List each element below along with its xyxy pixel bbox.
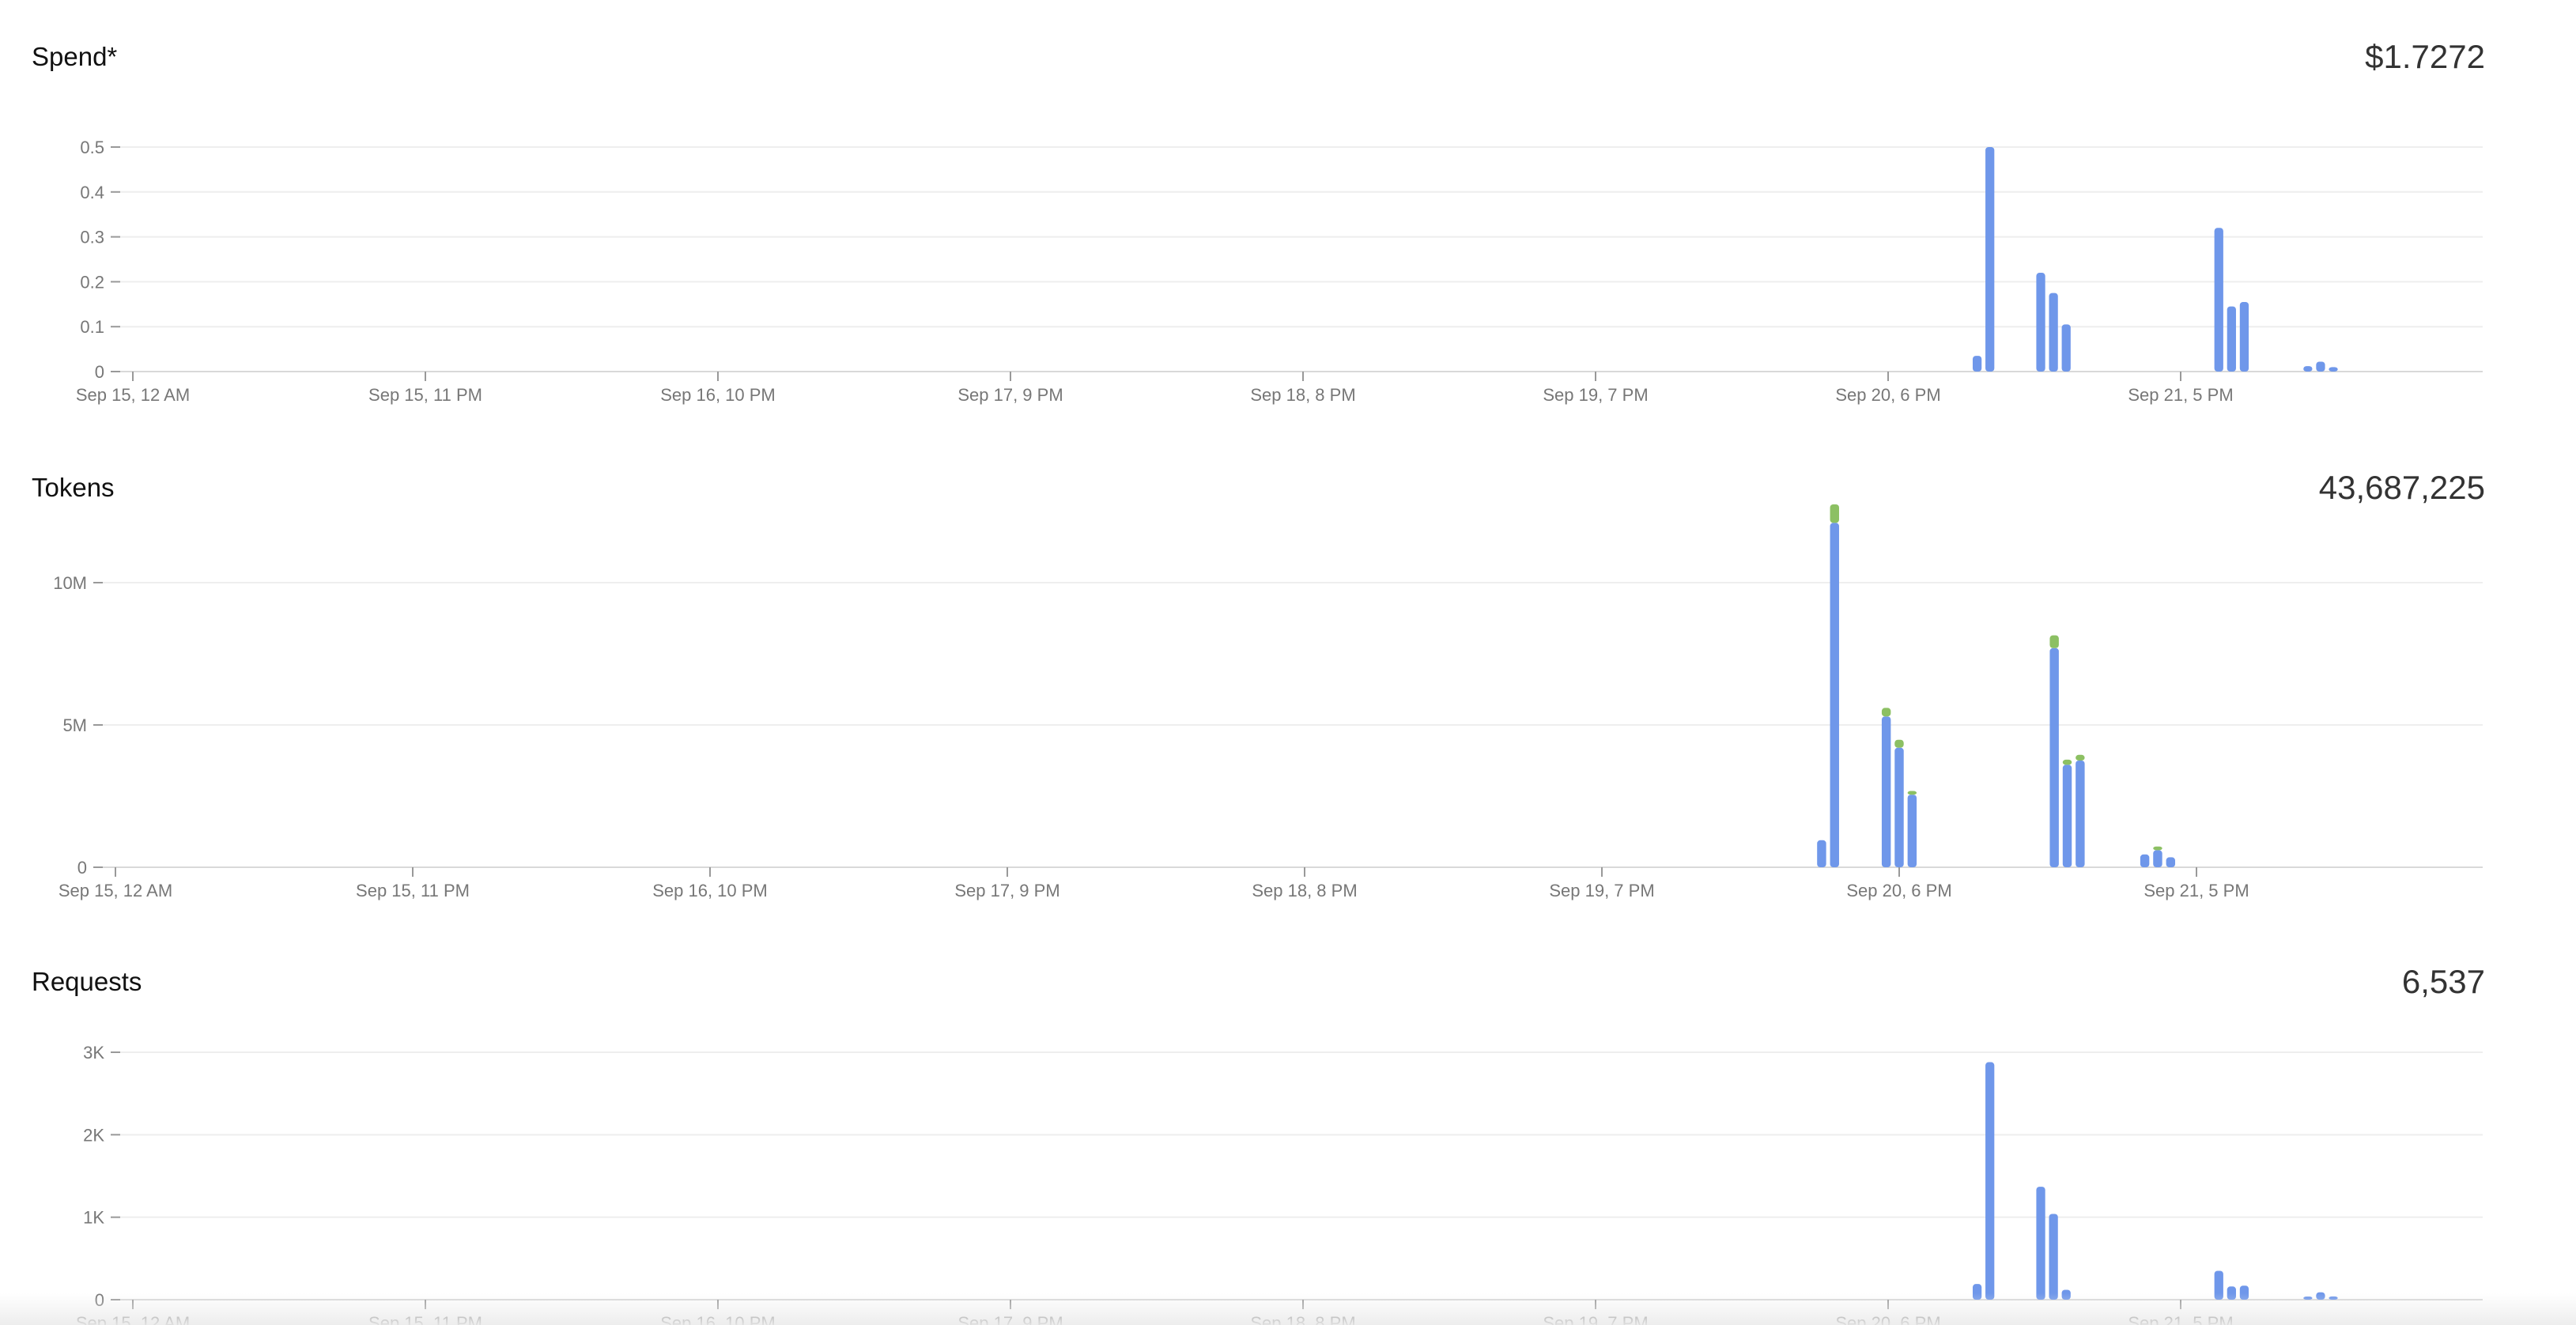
spend-bar[interactable]: [2329, 367, 2338, 372]
spend-x-tick-label: Sep 18, 8 PM: [1250, 385, 1355, 405]
requests-bar[interactable]: [2214, 1270, 2223, 1300]
spend-bar[interactable]: [2239, 301, 2249, 372]
tokens-bar[interactable]: [2049, 647, 2059, 867]
spend-panel: Spend* $1.7272 0 0.1 0.2 0.3 0.4 0.5 Sep 15, 1…: [0, 40, 2576, 423]
spend-y-tick-label: 0: [95, 362, 104, 382]
spend-y-tick-label: 0.3: [80, 228, 104, 247]
tokens-x-tick-label: Sep 21, 5 PM: [2144, 881, 2249, 900]
spend-x-tick-label: Sep 19, 7 PM: [1543, 385, 1648, 405]
tokens-x-tick-label: Sep 20, 6 PM: [1846, 881, 1951, 900]
tokens-y-tick-label: 10M: [53, 573, 87, 593]
requests-bar[interactable]: [2227, 1286, 2236, 1300]
tokens-bar-secondary[interactable]: [2076, 754, 2085, 761]
tokens-x-tick-label: Sep 15, 12 AM: [59, 881, 172, 900]
requests-panel: Requests 6,537 0 1K 2K 3K Sep 15, 12 AM Sep 1…: [0, 965, 2576, 1325]
tokens-bar-secondary[interactable]: [1830, 504, 1839, 523]
spend-bar[interactable]: [2227, 306, 2236, 372]
requests-x-tick-label: Sep 15, 12 AM: [76, 1313, 190, 1325]
spend-x-tick-label: Sep 17, 9 PM: [958, 385, 1063, 405]
spend-bar[interactable]: [2214, 228, 2223, 372]
tokens-y-tick-label: 0: [77, 858, 87, 878]
tokens-bar[interactable]: [2076, 761, 2085, 867]
requests-bar[interactable]: [1985, 1062, 1995, 1300]
requests-bar[interactable]: [2061, 1289, 2071, 1300]
requests-x-tick-label: Sep 16, 10 PM: [660, 1313, 776, 1325]
requests-y-tick-label: 3K: [83, 1043, 104, 1063]
tokens-bar[interactable]: [1830, 523, 1839, 867]
spend-bar[interactable]: [2316, 361, 2325, 372]
tokens-x-tick-label: Sep 18, 8 PM: [1252, 881, 1357, 900]
spend-x-tick-label: Sep 16, 10 PM: [660, 385, 776, 405]
requests-bar[interactable]: [2303, 1297, 2313, 1300]
requests-x-tick-label: Sep 20, 6 PM: [1835, 1313, 1940, 1325]
spend-x-tick-label: Sep 15, 11 PM: [368, 385, 482, 405]
requests-y-tick-label: 1K: [83, 1208, 104, 1228]
tokens-y-tick-label: 5M: [62, 715, 87, 735]
spend-y-tick-label: 0.5: [80, 138, 104, 157]
requests-bar[interactable]: [2316, 1292, 2325, 1300]
usage-dashboard: Spend* $1.7272 0 0.1 0.2 0.3 0.4 0.5 Sep 15, 1…: [0, 0, 2576, 1325]
tokens-x-tick-label: Sep 16, 10 PM: [652, 881, 768, 900]
requests-x-tick-label: Sep 18, 8 PM: [1250, 1313, 1355, 1325]
spend-y-tick-label: 0.4: [80, 183, 104, 202]
spend-y-tick-label: 0.1: [80, 317, 104, 337]
spend-bar[interactable]: [2049, 293, 2058, 372]
tokens-bar[interactable]: [2062, 764, 2072, 867]
tokens-x-tick-label: Sep 19, 7 PM: [1549, 881, 1654, 900]
requests-x-tick-label: Sep 19, 7 PM: [1543, 1313, 1648, 1325]
spend-x-tick-label: Sep 20, 6 PM: [1835, 385, 1940, 405]
spend-x-tick-label: Sep 15, 12 AM: [76, 385, 190, 405]
spend-y-tick-label: 0.2: [80, 272, 104, 292]
tokens-bar-secondary[interactable]: [2049, 635, 2059, 648]
spend-bar[interactable]: [2061, 324, 2071, 372]
requests-bar[interactable]: [2049, 1214, 2058, 1300]
requests-x-tick-label: Sep 15, 11 PM: [368, 1313, 482, 1325]
tokens-chart: 0 5M 10M Sep 15, 12 AM Sep 15, 11 PM Sep 16, …: [53, 504, 2483, 900]
tokens-bar[interactable]: [1817, 840, 1826, 867]
spend-x-tick-label: Sep 21, 5 PM: [2128, 385, 2233, 405]
tokens-x-tick-label: Sep 17, 9 PM: [954, 881, 1059, 900]
requests-x-tick-label: Sep 17, 9 PM: [958, 1313, 1063, 1325]
tokens-x-tick-label: Sep 15, 11 PM: [356, 881, 470, 900]
requests-bar[interactable]: [1972, 1284, 1982, 1300]
spend-bar[interactable]: [1985, 147, 1995, 372]
tokens-bar-secondary[interactable]: [1881, 708, 1891, 717]
tokens-panel: Tokens 43,687,225 0 5M 10M Sep 15, 12 AM Sep…: [0, 471, 2576, 917]
tokens-bar[interactable]: [1907, 795, 1917, 867]
tokens-bar-secondary[interactable]: [2153, 846, 2162, 851]
tokens-bar[interactable]: [1894, 747, 1904, 867]
tokens-bar[interactable]: [2166, 857, 2176, 867]
tokens-bar[interactable]: [1881, 716, 1891, 867]
requests-y-tick-label: 2K: [83, 1125, 104, 1145]
requests-chart: 0 1K 2K 3K Sep 15, 12 AM Sep 15, 11 PM Sep 16,…: [76, 1043, 2483, 1325]
requests-bar[interactable]: [2239, 1285, 2249, 1300]
tokens-bar-secondary[interactable]: [2062, 759, 2072, 765]
spend-bar[interactable]: [2036, 273, 2045, 372]
requests-bar[interactable]: [2036, 1187, 2045, 1300]
requests-bar[interactable]: [2329, 1296, 2338, 1300]
requests-y-tick-label: 0: [95, 1290, 104, 1310]
tokens-bar[interactable]: [2153, 850, 2162, 867]
requests-x-tick-label: Sep 21, 5 PM: [2128, 1313, 2233, 1325]
tokens-bar-secondary[interactable]: [1894, 739, 1904, 748]
spend-bar[interactable]: [1972, 356, 1982, 372]
tokens-bar-secondary[interactable]: [1907, 791, 1917, 795]
tokens-bar[interactable]: [2140, 854, 2150, 867]
spend-chart: 0 0.1 0.2 0.3 0.4 0.5 Sep 15, 12 AM Sep 15, 11 …: [76, 138, 2483, 405]
spend-bar[interactable]: [2303, 366, 2313, 372]
